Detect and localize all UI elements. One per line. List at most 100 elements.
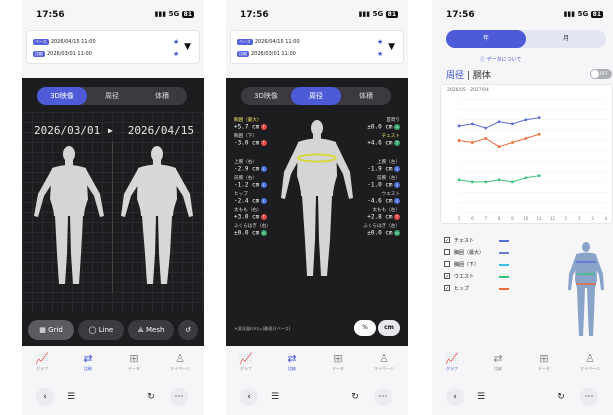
off-toggle[interactable]: OFF — [590, 69, 612, 79]
legend-item[interactable]: ✓ ウエスト — [444, 272, 540, 282]
data-point[interactable] — [484, 136, 488, 140]
nav-compare[interactable]: ⇄ 比較 — [478, 352, 518, 372]
back-button[interactable]: ‹ — [446, 388, 464, 406]
tab-year[interactable]: 年 — [446, 30, 526, 48]
data-point[interactable] — [524, 118, 528, 122]
body-model-girth[interactable] — [276, 118, 358, 286]
nav-mypage[interactable]: ♙ マイページ — [570, 352, 610, 372]
data-point[interactable] — [457, 124, 461, 128]
date-selector[interactable]: ベース 2026/04/15 11:00 ★ 比較 2026/03/01 11:00… — [230, 30, 404, 64]
tab-3d-model[interactable]: 3D映像 — [37, 87, 87, 105]
tab-volume[interactable]: 体積 — [137, 87, 187, 105]
data-point[interactable] — [457, 178, 461, 182]
checkbox[interactable]: ✓ — [444, 273, 450, 280]
data-point[interactable] — [457, 139, 461, 142]
more-button[interactable]: ⋯ — [580, 388, 598, 406]
date-row-compare[interactable]: 比較 2026/03/01 11:00 ★ — [237, 50, 383, 61]
back-button[interactable]: ‹ — [240, 388, 258, 406]
date-row-base[interactable]: ベース 2026/04/15 11:00 ★ — [237, 38, 383, 49]
data-point[interactable] — [537, 174, 541, 178]
tab-3d-model[interactable]: 3D映像 — [241, 87, 291, 105]
nav-compare[interactable]: ⇄ 比較 — [68, 352, 108, 372]
data-point[interactable] — [524, 136, 528, 140]
caret-down-icon[interactable]: ▼ — [388, 42, 395, 52]
nav-label: データ — [538, 366, 550, 371]
body-model-after[interactable] — [116, 144, 198, 294]
data-point[interactable] — [470, 141, 474, 144]
data-point[interactable] — [470, 180, 474, 184]
chart-plot[interactable]: 5 6 7 8 9 10 11 12 1 2 3 4 — [441, 85, 612, 223]
percent-toggle[interactable]: % — [354, 320, 376, 336]
nav-graph[interactable]: 📈 グラフ — [226, 352, 266, 372]
swap-icon: ⇄ — [493, 352, 503, 365]
chart-icon: 📈 — [35, 352, 49, 365]
data-point[interactable] — [511, 141, 514, 144]
date-selector[interactable]: ベース 2026/04/15 11:00 ★ 比較 2026/03/01 11:00… — [26, 30, 200, 64]
reload-icon[interactable]: ↻ — [552, 388, 570, 406]
tab-girth[interactable]: 周径 — [291, 87, 341, 105]
more-button[interactable]: ⋯ — [374, 388, 392, 406]
play-icon[interactable]: ▶ — [108, 126, 113, 135]
nav-data[interactable]: ⊞ データ — [318, 352, 358, 372]
cm-toggle[interactable]: cm — [378, 320, 400, 336]
star-icon[interactable]: ★ — [173, 50, 179, 58]
tabs-icon[interactable]: ☰ — [62, 388, 80, 406]
down-arrow-icon: ↓ — [260, 181, 267, 188]
data-point[interactable] — [537, 132, 541, 136]
data-info-link[interactable]: ⓘ データについて — [480, 56, 521, 63]
tabs-icon[interactable]: ☰ — [266, 388, 284, 406]
data-point[interactable] — [497, 145, 501, 149]
legend-item[interactable]: ✓ チェスト — [444, 236, 540, 246]
caret-down-icon[interactable]: ▼ — [184, 42, 191, 52]
checkbox[interactable]: ✓ — [444, 237, 450, 244]
star-icon[interactable]: ★ — [377, 50, 383, 58]
date-row-compare[interactable]: 比較 2026/03/01 11:00 ★ — [33, 50, 179, 61]
grid-button[interactable]: ▦ Grid — [28, 320, 74, 340]
data-point[interactable] — [497, 120, 501, 124]
nav-compare[interactable]: ⇄ 比較 — [272, 352, 312, 372]
line-icon: ◯ — [88, 326, 97, 334]
nav-mypage[interactable]: ♙ マイページ — [364, 352, 404, 372]
equal-icon: = — [260, 229, 267, 236]
graph-heading: 周径 | 胴体 — [446, 71, 491, 81]
nav-graph[interactable]: 📈 グラフ — [22, 352, 62, 372]
nav-mypage[interactable]: ♙ マイページ — [160, 352, 200, 372]
checkbox[interactable] — [444, 249, 450, 255]
checkbox[interactable] — [444, 261, 450, 267]
tab-volume[interactable]: 体積 — [341, 87, 391, 105]
tabs-icon[interactable]: ☰ — [472, 388, 490, 406]
star-icon[interactable]: ★ — [173, 38, 179, 46]
data-point[interactable] — [511, 180, 514, 184]
mesh-button[interactable]: ⟁ Mesh — [128, 320, 174, 340]
nav-data[interactable]: ⊞ データ — [524, 352, 564, 372]
line-button[interactable]: ◯ Line — [78, 320, 124, 340]
data-point[interactable] — [484, 180, 488, 184]
nav-graph[interactable]: 📈 グラフ — [432, 352, 472, 372]
tab-month[interactable]: 月 — [526, 30, 606, 48]
nav-data[interactable]: ⊞ データ — [114, 352, 154, 372]
date-row-base[interactable]: ベース 2026/04/15 11:00 ★ — [33, 38, 179, 49]
data-point[interactable] — [524, 176, 528, 180]
more-button[interactable]: ⋯ — [170, 388, 188, 406]
data-point[interactable] — [537, 116, 541, 120]
reload-icon[interactable]: ↻ — [346, 388, 364, 406]
body-model-before[interactable] — [28, 144, 110, 294]
legend-item[interactable]: 胸囲（最大） — [444, 248, 540, 258]
reset-view-button[interactable]: ↺ — [178, 320, 198, 340]
view-tabs: 3D映像 周径 体積 — [37, 87, 187, 105]
graph-subtitle: 胴体 — [472, 71, 491, 81]
measure-row: ヒップ -2.4 cm ↓ — [234, 192, 286, 208]
checkbox[interactable]: ✓ — [444, 285, 450, 292]
data-point[interactable] — [497, 178, 501, 182]
data-point[interactable] — [484, 126, 488, 130]
legend-item[interactable]: 胸囲（下） — [444, 260, 540, 270]
data-point[interactable] — [511, 122, 514, 126]
legend-item[interactable]: ✓ ヒップ — [444, 284, 540, 294]
nav-label: データ — [128, 366, 140, 371]
tab-girth[interactable]: 周径 — [87, 87, 137, 105]
back-button[interactable]: ‹ — [36, 388, 54, 406]
data-point[interactable] — [470, 122, 474, 126]
legend-swatch — [499, 264, 509, 266]
star-icon[interactable]: ★ — [377, 38, 383, 46]
reload-icon[interactable]: ↻ — [142, 388, 160, 406]
